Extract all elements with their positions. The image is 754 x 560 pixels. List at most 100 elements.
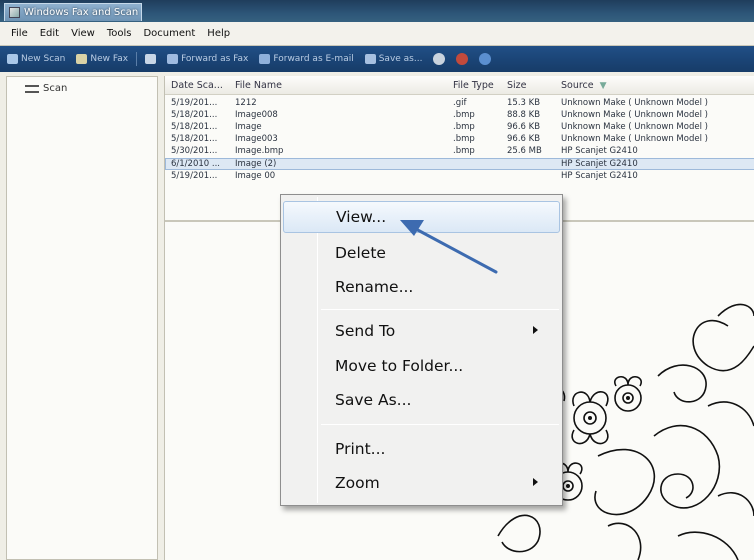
table-row[interactable]: 5/18/201... Image .bmp 96.6 KB Unknown M… xyxy=(165,122,754,134)
new-fax-icon xyxy=(76,54,88,64)
menu-view[interactable]: View xyxy=(66,28,100,39)
forward-as-fax-label: Forward as Fax xyxy=(181,54,249,64)
column-date-scanned[interactable]: Date Sca... xyxy=(171,80,223,91)
row-date: 5/18/201... xyxy=(171,134,218,144)
save-as-button[interactable]: Save as... xyxy=(362,53,426,65)
sidebar-item-scan[interactable]: Scan xyxy=(25,83,67,94)
forward-as-email-label: Forward as E-mail xyxy=(273,54,354,64)
row-type: .bmp xyxy=(453,134,475,144)
row-date: 5/18/201... xyxy=(171,122,218,132)
fax-scan-app-icon xyxy=(9,7,20,18)
context-menu-save-as-label: Save As... xyxy=(335,391,412,409)
context-menu-zoom[interactable]: Zoom xyxy=(283,467,560,499)
row-name: Image (2) xyxy=(235,159,277,169)
table-row[interactable]: 5/19/201... Image 00 HP Scanjet G2410 xyxy=(165,171,754,183)
help-icon xyxy=(479,53,492,65)
row-size: 96.6 KB xyxy=(507,122,541,132)
table-row[interactable]: 5/18/201... Image008 .bmp 88.8 KB Unknow… xyxy=(165,110,754,122)
context-menu-print[interactable]: Print... xyxy=(283,433,560,465)
column-file-name[interactable]: File Name xyxy=(235,80,282,91)
delete-icon xyxy=(456,53,469,65)
context-menu-view-label: View... xyxy=(336,208,387,226)
row-name: Image 00 xyxy=(235,171,276,181)
column-size[interactable]: Size xyxy=(507,80,527,91)
row-name: 1212 xyxy=(235,98,257,108)
sidebar-item-label: Scan xyxy=(43,83,68,94)
sort-filter-icon[interactable]: ▼ xyxy=(600,81,607,91)
context-menu-move-to-folder[interactable]: Move to Folder... xyxy=(283,350,560,382)
context-menu: View... Delete Rename... Send To Move to… xyxy=(280,194,563,506)
forward-email-icon xyxy=(259,54,271,64)
save-as-label: Save as... xyxy=(378,54,423,64)
column-source-label: Source xyxy=(561,80,594,91)
list-header: Date Sca... File Name File Type Size Sou… xyxy=(165,76,754,95)
row-name: Image xyxy=(235,122,262,132)
column-file-type[interactable]: File Type xyxy=(453,80,494,91)
context-menu-rename[interactable]: Rename... xyxy=(283,271,560,303)
submenu-arrow-icon xyxy=(533,326,538,334)
table-row-selected[interactable]: 6/1/2010 ... Image (2) HP Scanjet G2410 xyxy=(165,158,754,170)
window-title: Windows Fax and Scan xyxy=(24,7,139,18)
row-date: 5/18/201... xyxy=(171,110,218,120)
context-menu-send-to-label: Send To xyxy=(335,322,396,340)
menu-document[interactable]: Document xyxy=(138,28,200,39)
row-type: .bmp xyxy=(453,110,475,120)
context-menu-save-as[interactable]: Save As... xyxy=(283,384,560,416)
menu-file[interactable]: File xyxy=(6,28,33,39)
contacts-button[interactable] xyxy=(142,53,159,65)
row-size: 96.6 KB xyxy=(507,134,541,144)
row-date: 5/19/201... xyxy=(171,98,218,108)
delete-button[interactable] xyxy=(453,52,471,66)
context-menu-view[interactable]: View... xyxy=(283,201,560,233)
context-menu-delete[interactable]: Delete xyxy=(283,237,560,269)
row-size: 88.8 KB xyxy=(507,110,541,120)
menu-edit[interactable]: Edit xyxy=(35,28,64,39)
context-menu-move-label: Move to Folder... xyxy=(335,357,464,375)
row-type: .bmp xyxy=(453,122,475,132)
table-row[interactable]: 5/19/201... 1212 .gif 15.3 KB Unknown Ma… xyxy=(165,98,754,110)
row-source: HP Scanjet G2410 xyxy=(561,159,638,169)
submenu-arrow-icon xyxy=(533,478,538,486)
column-source[interactable]: Source ▼ xyxy=(561,80,607,91)
row-name: Image008 xyxy=(235,110,278,120)
row-source: Unknown Make ( Unknown Model ) xyxy=(561,122,708,132)
forward-as-fax-button[interactable]: Forward as Fax xyxy=(164,53,251,65)
context-menu-send-to[interactable]: Send To xyxy=(283,315,560,347)
table-row[interactable]: 5/30/201... Image.bmp .bmp 25.6 MB HP Sc… xyxy=(165,146,754,158)
print-button[interactable] xyxy=(430,52,448,66)
forward-as-email-button[interactable]: Forward as E-mail xyxy=(256,53,356,65)
new-fax-label: New Fax xyxy=(90,54,129,64)
row-source: HP Scanjet G2410 xyxy=(561,171,638,181)
contacts-icon xyxy=(145,54,157,64)
row-type: .bmp xyxy=(453,146,475,156)
table-row[interactable]: 5/18/201... Image003 .bmp 96.6 KB Unknow… xyxy=(165,134,754,146)
row-source: Unknown Make ( Unknown Model ) xyxy=(561,98,708,108)
menu-bar: File Edit View Tools Document Help xyxy=(0,22,754,46)
new-fax-button[interactable]: New Fax xyxy=(73,53,131,65)
row-name: Image003 xyxy=(235,134,278,144)
title-bar: Windows Fax and Scan xyxy=(0,0,754,22)
context-menu-delete-label: Delete xyxy=(335,244,386,262)
forward-fax-icon xyxy=(167,54,179,64)
window-title-tab[interactable]: Windows Fax and Scan xyxy=(4,3,142,21)
scanner-icon xyxy=(25,84,39,93)
row-source: Unknown Make ( Unknown Model ) xyxy=(561,134,708,144)
menu-tools[interactable]: Tools xyxy=(102,28,137,39)
row-date: 5/19/201... xyxy=(171,171,218,181)
row-name: Image.bmp xyxy=(235,146,284,156)
new-scan-label: New Scan xyxy=(21,54,66,64)
new-scan-icon xyxy=(7,54,18,64)
new-scan-button[interactable]: New Scan xyxy=(4,53,68,65)
row-source: HP Scanjet G2410 xyxy=(561,146,638,156)
context-menu-zoom-label: Zoom xyxy=(335,474,380,492)
help-button[interactable] xyxy=(476,52,494,66)
row-size: 25.6 MB xyxy=(507,146,542,156)
context-menu-separator xyxy=(321,309,559,310)
print-icon xyxy=(433,53,446,65)
toolbar-separator xyxy=(136,52,138,66)
menu-help[interactable]: Help xyxy=(202,28,235,39)
row-source: Unknown Make ( Unknown Model ) xyxy=(561,110,708,120)
row-type: .gif xyxy=(453,98,467,108)
row-size: 15.3 KB xyxy=(507,98,541,108)
app-window: Windows Fax and Scan File Edit View Tool… xyxy=(0,0,754,560)
